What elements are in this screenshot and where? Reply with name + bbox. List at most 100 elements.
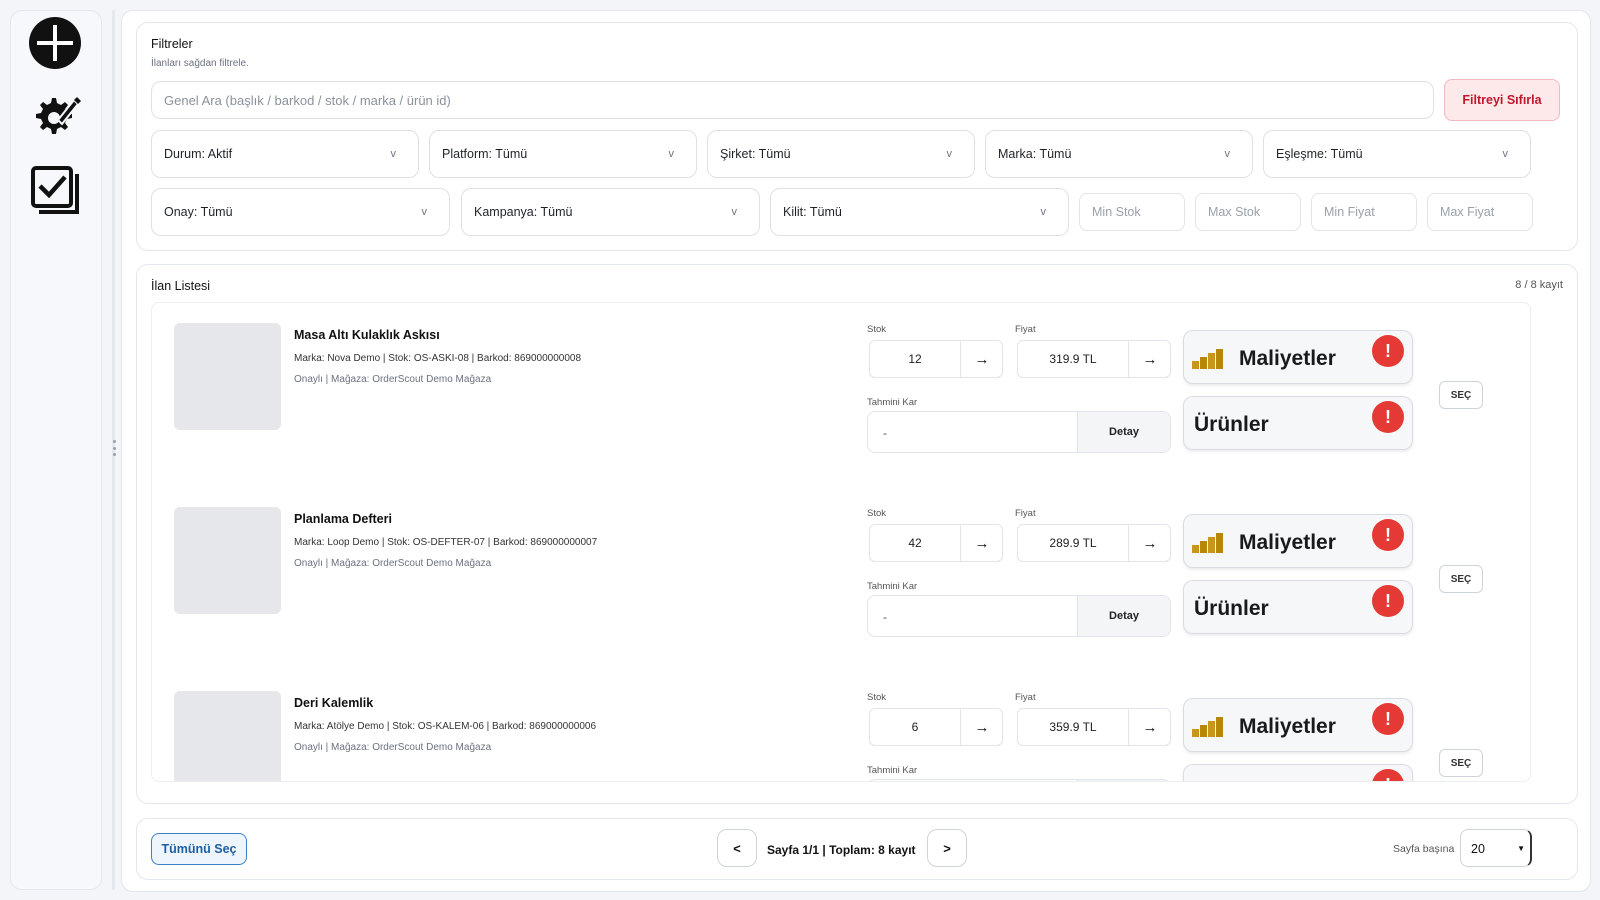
reset-filter-button[interactable]: Filtreyi Sıfırla	[1444, 79, 1560, 121]
checklist-icon	[31, 166, 79, 214]
chevron-down-icon: v	[1040, 206, 1047, 218]
coins-icon	[1192, 349, 1223, 369]
detay-button[interactable]: Detay	[1077, 780, 1170, 781]
min-fiyat-input[interactable]: Min Fiyat	[1311, 193, 1417, 231]
search-input[interactable]: Genel Ara (başlık / barkod / stok / mark…	[151, 81, 1434, 119]
platform-select[interactable]: Platform: Tümü v	[429, 130, 697, 178]
product-store: Onaylı | Mağaza: OrderScout Demo Mağaza	[294, 558, 492, 569]
select-item-button[interactable]: SEÇ	[1439, 749, 1483, 777]
product-image	[174, 507, 281, 614]
min-stok-input[interactable]: Min Stok	[1079, 193, 1185, 231]
fiyat-input[interactable]: 289.9 TL	[1018, 525, 1128, 561]
caret-down-icon: ▼	[1517, 844, 1525, 853]
tahmini-kar-field: - Detay	[867, 411, 1171, 453]
resize-grip-icon[interactable]	[112, 440, 116, 456]
kilit-select-label: Kilit: Tümü	[783, 205, 842, 219]
marka-select[interactable]: Marka: Tümü v	[985, 130, 1253, 178]
max-stok-input[interactable]: Max Stok	[1195, 193, 1301, 231]
fiyat-apply-arrow-icon[interactable]: →	[1128, 525, 1171, 561]
onay-select[interactable]: Onay: Tümü v	[151, 188, 450, 236]
prev-page-button[interactable]: <	[717, 829, 757, 867]
product-meta: Marka: Atölye Demo | Stok: OS-KALEM-06 |…	[294, 721, 597, 732]
alert-icon: !	[1372, 519, 1404, 551]
stok-label: Stok	[867, 508, 887, 519]
maliyetler-label: Maliyetler	[1239, 715, 1336, 738]
tahmini-kar-value: -	[883, 426, 887, 440]
urunler-button[interactable]: Ürünler !	[1183, 396, 1413, 450]
maliyetler-button[interactable]: Maliyetler !	[1183, 698, 1413, 752]
maliyetler-button[interactable]: Maliyetler !	[1183, 330, 1413, 384]
pagination-bar: Tümünü Seç < Sayfa 1/1 | Toplam: 8 kayıt…	[136, 818, 1578, 880]
product-meta: Marka: Nova Demo | Stok: OS-ASKI-08 | Ba…	[294, 353, 582, 364]
fiyat-apply-arrow-icon[interactable]: →	[1128, 341, 1171, 377]
product-name: Planlama Defteri	[294, 512, 392, 526]
maliyetler-label: Maliyetler	[1239, 347, 1336, 370]
fiyat-apply-arrow-icon[interactable]: →	[1128, 709, 1171, 745]
eslesme-select[interactable]: Eşleşme: Tümü v	[1263, 130, 1531, 178]
add-button[interactable]	[27, 15, 83, 71]
urunler-label: Ürünler	[1194, 597, 1269, 620]
durum-select[interactable]: Durum: Aktif v	[151, 130, 419, 178]
edit-settings-button[interactable]	[27, 89, 83, 145]
chevron-down-icon: v	[946, 148, 953, 160]
urunler-label: Ürünler	[1194, 413, 1269, 436]
filters-subtitle: İlanları sağdan filtrele.	[151, 58, 249, 69]
detay-button[interactable]: Detay	[1077, 596, 1170, 636]
stok-field: 6 →	[869, 708, 1003, 746]
stok-label: Stok	[867, 692, 887, 703]
filters-title: Filtreler	[151, 37, 193, 51]
checklist-button[interactable]	[27, 163, 83, 219]
alert-icon: !	[1372, 703, 1404, 735]
urunler-button[interactable]: Ürünler !	[1183, 764, 1413, 781]
list-item: Deri Kalemlik Marka: Atölye Demo | Stok:…	[152, 671, 1530, 781]
product-name: Masa Altı Kulaklık Askısı	[294, 328, 440, 342]
sirket-select[interactable]: Şirket: Tümü v	[707, 130, 975, 178]
product-store: Onaylı | Mağaza: OrderScout Demo Mağaza	[294, 742, 492, 753]
urunler-button[interactable]: Ürünler !	[1183, 580, 1413, 634]
fiyat-input[interactable]: 319.9 TL	[1018, 341, 1128, 377]
select-item-button[interactable]: SEÇ	[1439, 565, 1483, 593]
stok-apply-arrow-icon[interactable]: →	[960, 525, 1003, 561]
listing-title: İlan Listesi	[151, 279, 211, 293]
stok-apply-arrow-icon[interactable]: →	[960, 341, 1003, 377]
sidebar	[10, 10, 102, 890]
fiyat-field: 319.9 TL →	[1017, 340, 1171, 378]
stok-input[interactable]: 42	[870, 525, 960, 561]
kilit-select[interactable]: Kilit: Tümü v	[770, 188, 1069, 236]
record-count: 8 / 8 kayıt	[1515, 279, 1563, 291]
max-fiyat-input[interactable]: Max Fiyat	[1427, 193, 1533, 231]
stok-apply-arrow-icon[interactable]: →	[960, 709, 1003, 745]
page-info: Sayfa 1/1 | Toplam: 8 kayıt	[767, 843, 916, 857]
select-item-button[interactable]: SEÇ	[1439, 381, 1483, 409]
kampanya-select[interactable]: Kampanya: Tümü v	[461, 188, 760, 236]
coins-icon	[1192, 717, 1223, 737]
stok-label: Stok	[867, 324, 887, 335]
detay-button[interactable]: Detay	[1077, 412, 1170, 452]
stok-input[interactable]: 12	[870, 341, 960, 377]
listing-scroll-area[interactable]: Masa Altı Kulaklık Askısı Marka: Nova De…	[151, 302, 1531, 782]
stok-input[interactable]: 6	[870, 709, 960, 745]
alert-icon: !	[1372, 585, 1404, 617]
marka-select-label: Marka: Tümü	[998, 147, 1072, 161]
product-meta: Marka: Loop Demo | Stok: OS-DEFTER-07 | …	[294, 537, 598, 548]
tahmini-kar-field: - Detay	[867, 779, 1171, 781]
durum-select-label: Durum: Aktif	[164, 147, 233, 161]
chevron-down-icon: v	[731, 206, 738, 218]
product-image	[174, 691, 281, 781]
stok-field: 42 →	[869, 524, 1003, 562]
select-all-button[interactable]: Tümünü Seç	[151, 833, 247, 865]
alert-icon: !	[1372, 401, 1404, 433]
kampanya-select-label: Kampanya: Tümü	[474, 205, 573, 219]
fiyat-label: Fiyat	[1015, 324, 1036, 335]
fiyat-label: Fiyat	[1015, 508, 1036, 519]
fiyat-input[interactable]: 359.9 TL	[1018, 709, 1128, 745]
product-image	[174, 323, 281, 430]
fiyat-field: 289.9 TL →	[1017, 524, 1171, 562]
alert-icon: !	[1372, 335, 1404, 367]
maliyetler-button[interactable]: Maliyetler !	[1183, 514, 1413, 568]
per-page-select[interactable]: 20 ▼	[1460, 829, 1532, 867]
next-page-button[interactable]: >	[927, 829, 967, 867]
chevron-down-icon: v	[390, 148, 397, 160]
product-store: Onaylı | Mağaza: OrderScout Demo Mağaza	[294, 374, 492, 385]
listing-panel: İlan Listesi 8 / 8 kayıt Masa Altı Kulak…	[136, 264, 1578, 804]
